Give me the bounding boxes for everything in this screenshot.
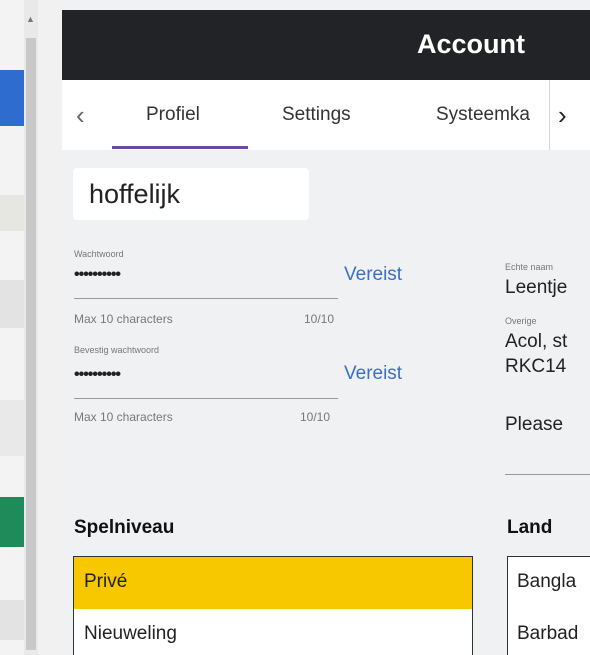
- level-list: Privé Nieuweling: [73, 556, 473, 655]
- level-option-label: Nieuweling: [84, 623, 177, 644]
- confirm-password-field[interactable]: ••••••••••: [74, 366, 121, 384]
- left-sidebar-strip: [0, 0, 24, 655]
- tab-settings[interactable]: Settings: [282, 104, 351, 126]
- scrollbar-thumb[interactable]: [26, 38, 36, 650]
- tab-scroll-next[interactable]: ›: [549, 80, 590, 150]
- tab-bar: ‹ Profiel Settings Systeemka ›: [62, 80, 590, 150]
- sidebar-band: [0, 400, 24, 456]
- level-option-selected[interactable]: Privé: [74, 557, 472, 609]
- level-option[interactable]: Nieuweling: [74, 609, 472, 655]
- other-underline: [505, 474, 590, 475]
- country-option[interactable]: Bangla: [508, 557, 590, 609]
- country-option-label: Bangla: [517, 571, 577, 592]
- level-option-label: Privé: [84, 571, 128, 592]
- password-underline: [74, 298, 338, 299]
- confirm-password-hint: Max 10 characters: [74, 410, 173, 424]
- password-hint: Max 10 characters: [74, 312, 173, 326]
- other-line-3: Please: [505, 414, 564, 435]
- other-line-1: Acol, st: [505, 331, 568, 352]
- account-panel: Account ‹ Profiel Settings Systeemka › h…: [62, 0, 590, 655]
- username-display: hoffelijk: [73, 168, 309, 220]
- tab-systeemkaart[interactable]: Systeemka: [436, 104, 544, 126]
- confirm-password-counter: 10/10: [300, 410, 331, 424]
- real-name-field[interactable]: Leentje: [505, 277, 567, 299]
- country-title: Land: [507, 517, 553, 538]
- account-header: Account: [62, 10, 590, 80]
- country-option[interactable]: Barbad: [508, 609, 590, 655]
- page-title: Account: [417, 29, 525, 59]
- confirm-password-required-text: Vereist: [344, 363, 403, 384]
- sidebar-band: [0, 280, 24, 328]
- other-label: Overige: [505, 316, 537, 326]
- sidebar-band: [0, 600, 24, 640]
- scroll-up-arrow-icon[interactable]: ▲: [26, 14, 35, 24]
- chevron-left-icon[interactable]: ‹: [76, 100, 85, 131]
- sidebar-band: [0, 195, 24, 231]
- chevron-right-icon[interactable]: ›: [558, 100, 567, 131]
- real-name-label: Echte naam: [505, 262, 554, 272]
- username-text: hoffelijk: [89, 179, 181, 209]
- password-required-text: Vereist: [344, 264, 403, 285]
- tab-profiel[interactable]: Profiel: [146, 104, 200, 126]
- password-label: Wachtwoord: [74, 249, 124, 259]
- level-title: Spelniveau: [74, 517, 175, 538]
- panel-gutter: [38, 0, 62, 655]
- other-line-2: RKC14: [505, 356, 567, 377]
- country-list: Bangla Barbad: [507, 556, 590, 655]
- confirm-password-underline: [74, 398, 338, 399]
- country-option-label: Barbad: [517, 623, 579, 644]
- password-field[interactable]: ••••••••••: [74, 266, 121, 284]
- sidebar-accent-blue: [0, 70, 24, 126]
- password-counter: 10/10: [304, 312, 335, 326]
- active-tab-indicator: [112, 146, 248, 149]
- confirm-password-label: Bevestig wachtwoord: [74, 345, 160, 355]
- sidebar-accent-green: [0, 497, 24, 547]
